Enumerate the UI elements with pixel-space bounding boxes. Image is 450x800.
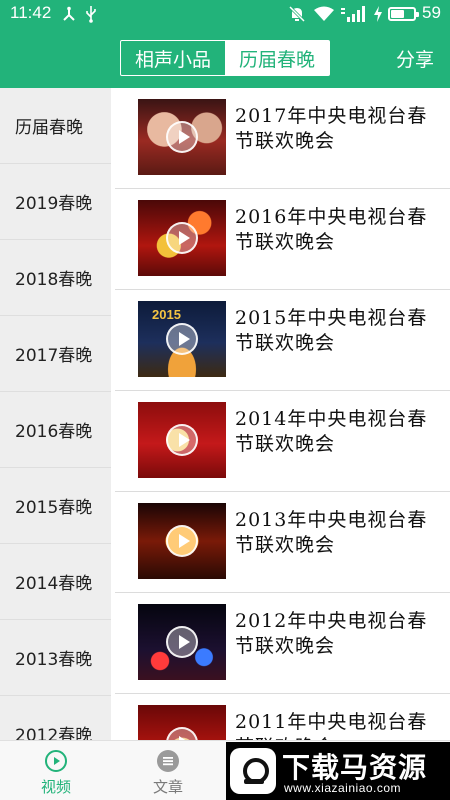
play-icon <box>166 626 198 658</box>
watermark-title: 下载马资源 <box>282 751 428 784</box>
gala-2013-thumbnail[interactable] <box>138 503 226 579</box>
wifi-icon <box>313 5 335 23</box>
video-title[interactable]: 2011年中央电视台春节联欢晚会 <box>235 710 443 740</box>
play-icon <box>166 525 198 557</box>
sidebar-item-all-galas[interactable]: 历届春晚 <box>0 88 111 164</box>
tab-past-galas[interactable]: 历届春晚 <box>225 41 329 75</box>
battery-level <box>391 10 404 18</box>
status-time: 11:42 <box>10 3 52 22</box>
video-title[interactable]: 2017年中央电视台春节联欢晚会 <box>235 104 443 154</box>
app-header: 相声小品 历届春晚 分享 <box>0 28 450 88</box>
status-bar: 11:42 59 <box>0 0 450 28</box>
gala-2015-thumbnail[interactable]: 2015 <box>138 301 226 377</box>
gala-2014-thumbnail[interactable] <box>138 402 226 478</box>
list-item[interactable]: 2011年中央电视台春节联欢晚会 <box>111 694 450 740</box>
tab-crosstalk-sketches[interactable]: 相声小品 <box>121 41 225 75</box>
play-icon <box>166 323 198 355</box>
list-item[interactable]: 2013年中央电视台春节联欢晚会 <box>111 492 450 593</box>
year-sidebar: 历届春晚 2019春晚 2018春晚 2017春晚 2016春晚 2015春晚 … <box>0 88 111 740</box>
category-segmented-control: 相声小品 历届春晚 <box>120 40 330 76</box>
list-item[interactable]: 2016年中央电视台春节联欢晚会 <box>111 189 450 290</box>
tab-video[interactable]: 视频 <box>0 741 112 800</box>
play-icon <box>166 222 198 254</box>
battery-percent: 59 <box>422 3 441 22</box>
play-circle-icon <box>45 750 67 772</box>
bird-logo-icon <box>230 748 276 794</box>
thumbnail-year-text: 2015 <box>152 307 181 322</box>
play-icon <box>166 121 198 153</box>
sidebar-item-2013[interactable]: 2013春晚 <box>0 620 111 696</box>
video-list: 2017年中央电视台春节联欢晚会 2016年中央电视台春节联欢晚会 2015 2… <box>111 88 450 740</box>
list-item[interactable]: 2014年中央电视台春节联欢晚会 <box>111 391 450 492</box>
share-button[interactable]: 分享 <box>396 45 434 72</box>
site-watermark: 下载马资源 www.xiazainiao.com <box>226 742 450 800</box>
list-item[interactable]: 2012年中央电视台春节联欢晚会 <box>111 593 450 694</box>
battery-icon <box>388 7 419 21</box>
tab-article-label: 文章 <box>152 778 183 796</box>
gala-2016-thumbnail[interactable] <box>138 200 226 276</box>
sidebar-item-2018[interactable]: 2018春晚 <box>0 240 111 316</box>
video-title[interactable]: 2012年中央电视台春节联欢晚会 <box>235 609 443 659</box>
sidebar-item-2015[interactable]: 2015春晚 <box>0 468 111 544</box>
play-icon <box>166 424 198 456</box>
usb-debug-icon <box>60 5 78 23</box>
sidebar-item-2019[interactable]: 2019春晚 <box>0 164 111 240</box>
gala-2012-thumbnail[interactable] <box>138 604 226 680</box>
watermark-url: www.xiazainiao.com <box>284 781 402 795</box>
list-item[interactable]: 2015 2015年中央电视台春节联欢晚会 <box>111 290 450 391</box>
gala-2017-thumbnail[interactable] <box>138 99 226 175</box>
gala-2011-thumbnail[interactable] <box>138 705 226 740</box>
charging-icon <box>372 5 384 23</box>
mute-icon <box>288 5 306 23</box>
sidebar-item-2014[interactable]: 2014春晚 <box>0 544 111 620</box>
signal-icon <box>341 5 367 23</box>
sidebar-item-2012[interactable]: 2012春晚 <box>0 696 111 740</box>
usb-icon <box>84 5 98 23</box>
video-title[interactable]: 2014年中央电视台春节联欢晚会 <box>235 407 443 457</box>
video-title[interactable]: 2016年中央电视台春节联欢晚会 <box>235 205 443 255</box>
sidebar-item-2017[interactable]: 2017春晚 <box>0 316 111 392</box>
article-icon <box>157 750 179 772</box>
sidebar-item-2016[interactable]: 2016春晚 <box>0 392 111 468</box>
tab-article[interactable]: 文章 <box>112 741 224 800</box>
video-title[interactable]: 2015年中央电视台春节联欢晚会 <box>235 306 443 356</box>
video-title[interactable]: 2013年中央电视台春节联欢晚会 <box>235 508 443 558</box>
list-item[interactable]: 2017年中央电视台春节联欢晚会 <box>111 88 450 189</box>
tab-video-label: 视频 <box>40 778 71 796</box>
